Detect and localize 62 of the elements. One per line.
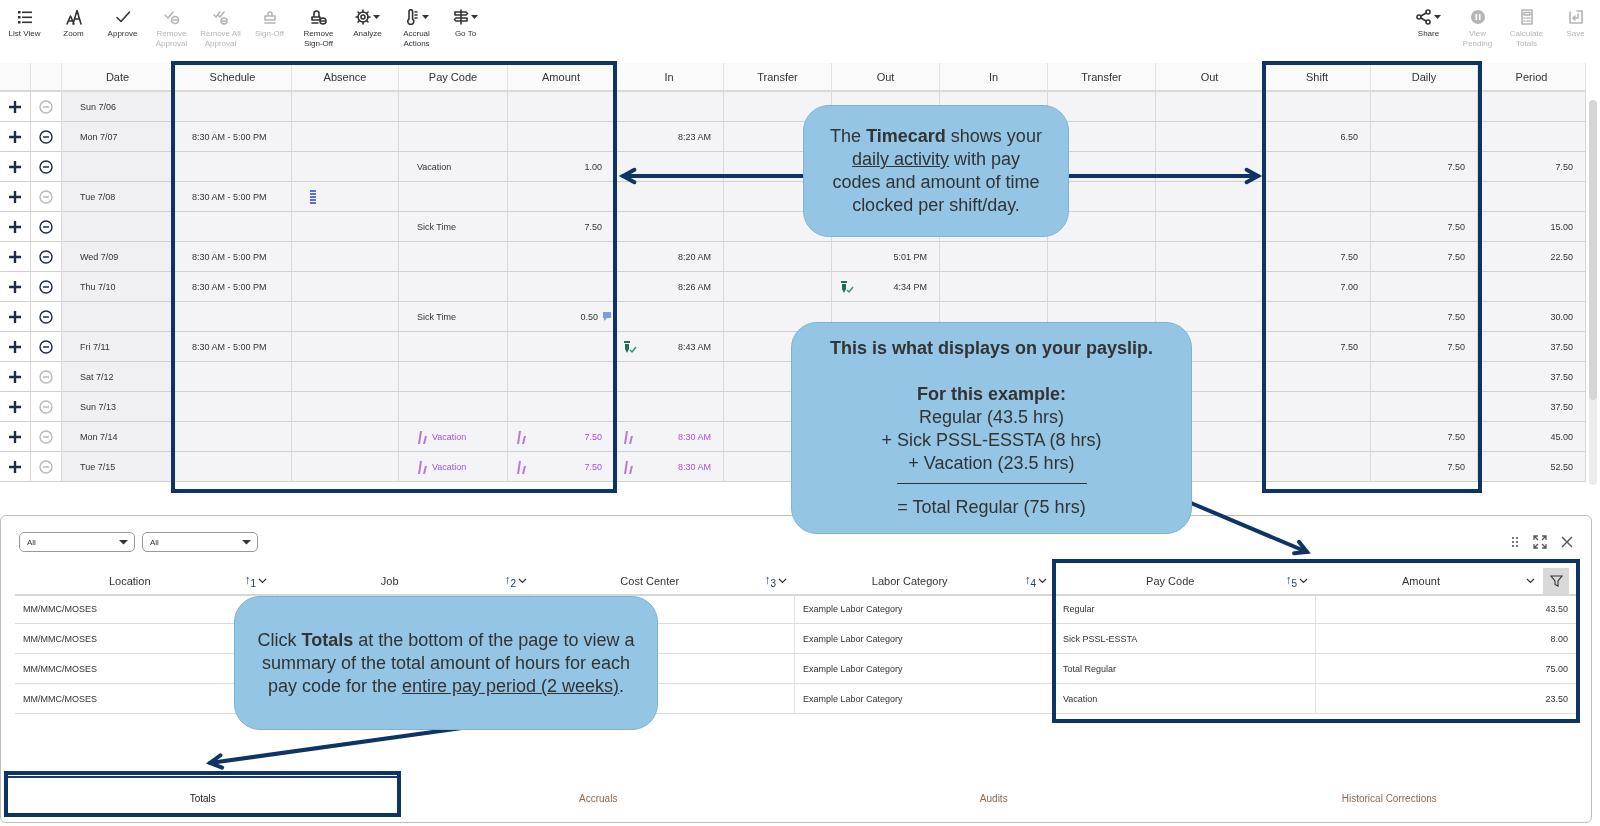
hours-value: 37.50 (1550, 401, 1573, 412)
date-text: Mon 7/07 (80, 131, 118, 142)
punch-time: 8:26 AM (677, 281, 711, 292)
callout-line: = Total Regular (75 hrs) (897, 496, 1086, 519)
hours-value: 37.50 (1550, 371, 1573, 382)
schedule-text: 8:30 AM - 5:00 PM (192, 341, 267, 352)
punch-time: 8:30 AM (677, 431, 711, 442)
pay-code-text: Vacation (432, 431, 467, 442)
hours-value: 7.50 (1447, 161, 1465, 172)
pay-code-text: Vacation (417, 161, 452, 172)
table-cell: Vacation (1055, 684, 1316, 714)
date-text: Tue 7/08 (80, 191, 116, 202)
pay-code-text: Vacation (432, 461, 467, 472)
punch-time: 8:43 AM (677, 341, 711, 352)
callout-heading: For this example: (916, 383, 1066, 406)
pay-code-text: Sick Time (417, 311, 456, 322)
hours-value: 7.50 (1447, 251, 1465, 262)
schedule-text: 8:30 AM - 5:00 PM (192, 131, 267, 142)
punch-time: 5:01 PM (893, 251, 927, 262)
hours-value: 30.00 (1550, 311, 1573, 322)
hours-value: 7.00 (1340, 281, 1358, 292)
hours-value: 7.50 (1340, 341, 1358, 352)
date-text: Thu 7/10 (80, 281, 116, 292)
date-text: Fri 7/11 (80, 341, 110, 352)
date-text: Sun 7/06 (80, 101, 117, 112)
pay-code-text: Sick Time (417, 221, 456, 232)
hours-value: 37.50 (1550, 341, 1573, 352)
schedule-text: 8:30 AM - 5:00 PM (192, 281, 267, 292)
date-text: Sun 7/13 (80, 401, 117, 412)
hours-value: 7.50 (1555, 161, 1573, 172)
hours-value: 7.50 (584, 431, 602, 442)
hours-value: 52.50 (1550, 461, 1573, 472)
hours-value: 15.00 (1550, 221, 1573, 232)
punch-time: 8:23 AM (677, 131, 711, 142)
hours-value: 22.50 (1550, 251, 1573, 262)
hours-value: 6.50 (1340, 131, 1358, 142)
table-cell: 23.50 (1316, 684, 1577, 714)
hours-value: 7.50 (1447, 311, 1465, 322)
date-text: Mon 7/14 (80, 431, 118, 442)
hours-value: 7.50 (1340, 251, 1358, 262)
hours-value: 1.00 (584, 161, 602, 172)
schedule-text: 8:30 AM - 5:00 PM (192, 191, 267, 202)
punch-time: 8:30 AM (677, 461, 711, 472)
schedule-text: 8:30 AM - 5:00 PM (192, 251, 267, 262)
table-cell: Example Labor Category (795, 684, 1055, 714)
hours-value: 0.50 (580, 311, 598, 322)
date-text: Tue 7/15 (80, 461, 116, 472)
hours-value: 7.50 (1447, 221, 1465, 232)
hours-value: 7.50 (584, 461, 602, 472)
date-text: Wed 7/09 (80, 251, 119, 262)
hours-value: 7.50 (584, 221, 602, 232)
punch-time: 4:34 PM (893, 281, 927, 292)
hours-value: 7.50 (1447, 431, 1465, 442)
date-text: Sat 7/12 (80, 371, 114, 382)
callout-heading: This is what displays on your payslip. (829, 337, 1154, 360)
hours-value: 45.00 (1550, 431, 1573, 442)
punch-time: 8:20 AM (677, 251, 711, 262)
callout-line: + Sick PSSL-ESSTA (8 hrs) (881, 429, 1102, 452)
callout-line: Regular (43.5 hrs) (918, 406, 1065, 429)
hours-value: 7.50 (1447, 461, 1465, 472)
hours-value: 7.50 (1447, 341, 1465, 352)
callout-line: + Vacation (23.5 hrs) (908, 452, 1075, 475)
